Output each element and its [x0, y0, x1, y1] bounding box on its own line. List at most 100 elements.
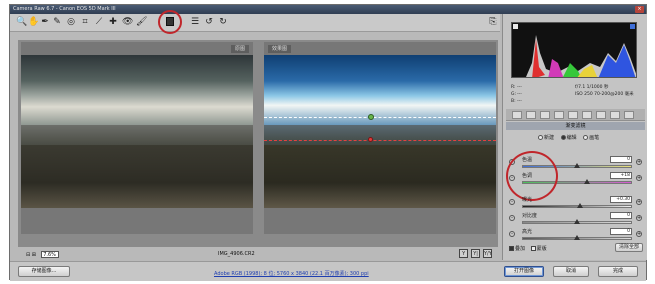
mode-brush-radio[interactable]: [583, 135, 589, 140]
tab-tone-curve[interactable]: [526, 111, 536, 119]
mode-edit-radio[interactable]: [560, 135, 566, 140]
slider-thumb[interactable]: [583, 179, 590, 184]
rgb-readout: R:--- G:--- B:--- f/7.1 1/1000 秒 ISO 250…: [511, 85, 634, 104]
adjustment-brush-tool-icon[interactable]: 🖌: [136, 16, 147, 28]
tab-split-toning[interactable]: [568, 111, 578, 119]
zoom-plus-icon[interactable]: ⊞: [32, 252, 36, 258]
highlight-clipping-icon[interactable]: [630, 24, 635, 29]
tab-presets[interactable]: [624, 111, 634, 119]
tab-hsl[interactable]: [554, 111, 564, 119]
workflow-options-link[interactable]: Adobe RGB (1998); 8 位; 5760 x 3840 (22.1…: [214, 270, 369, 277]
zoom-minus-icon[interactable]: ⊟: [26, 252, 30, 258]
tab-detail[interactable]: [540, 111, 550, 119]
plus-icon[interactable]: +: [636, 175, 642, 181]
histogram-graph: [526, 35, 636, 77]
filename: IMG_4906.CR2: [218, 251, 255, 257]
graduated-filter-tool-icon[interactable]: [158, 10, 182, 34]
preferences-icon[interactable]: ☰: [190, 16, 200, 28]
minus-icon[interactable]: -: [509, 215, 515, 221]
view-split-button[interactable]: Y|: [471, 249, 481, 258]
after-pane[interactable]: 效果图: [264, 42, 496, 234]
export-icon[interactable]: ⎘: [488, 16, 498, 28]
before-photo: [21, 55, 253, 208]
open-image-button[interactable]: 打开图像: [504, 266, 544, 277]
photo-hills: [21, 125, 253, 145]
exposure-value[interactable]: +0.30: [610, 196, 632, 203]
cancel-button[interactable]: 取消: [553, 266, 589, 277]
shadow-clipping-icon[interactable]: [513, 24, 518, 29]
gradient-end-pin[interactable]: [368, 137, 373, 142]
photo-sky: [21, 55, 253, 129]
color-sampler-tool-icon[interactable]: ✎: [52, 16, 62, 28]
exposure-slider[interactable]: - 曝光 +0.30 +: [507, 196, 644, 210]
window-title: Camera Raw 6.7 - Canon EOS 5D Mark III: [13, 6, 116, 12]
slider-thumb[interactable]: [574, 163, 580, 168]
after-label: 效果图: [268, 45, 292, 53]
rotate-left-icon[interactable]: ↺: [204, 16, 214, 28]
hand-tool-icon[interactable]: ✋: [28, 16, 39, 28]
slider-thumb[interactable]: [574, 235, 580, 240]
close-icon[interactable]: ×: [635, 6, 644, 13]
contrast-slider[interactable]: - 对比度 0 +: [507, 212, 644, 226]
gradient-start-line[interactable]: [264, 117, 496, 118]
temperature-value[interactable]: 0: [610, 156, 632, 163]
white-balance-tool-icon[interactable]: ✒: [40, 16, 50, 28]
view-compare-button[interactable]: Y/Y: [483, 249, 492, 258]
tint-value[interactable]: +18: [610, 172, 632, 179]
overlay-checkbox[interactable]: [509, 246, 514, 251]
view-mode-buttons: Y Y| Y/Y: [458, 249, 492, 258]
slider-thumb[interactable]: [574, 219, 580, 224]
tab-effects[interactable]: [596, 111, 606, 119]
exposure-track[interactable]: [522, 203, 632, 208]
highlights-track[interactable]: [522, 235, 632, 240]
after-photo[interactable]: [264, 55, 496, 208]
camera-raw-window: Camera Raw 6.7 - Canon EOS 5D Mark III ×…: [9, 4, 647, 281]
before-label: 原图: [230, 45, 249, 53]
crop-tool-icon[interactable]: ⌗: [80, 16, 90, 28]
photo-hills: [264, 125, 496, 145]
minus-icon[interactable]: -: [509, 231, 515, 237]
red-eye-tool-icon[interactable]: 👁: [122, 16, 133, 28]
done-button[interactable]: 完成: [598, 266, 638, 277]
highlights-value[interactable]: 0: [610, 228, 632, 235]
photo-ground: [264, 145, 496, 208]
status-bar: 存储图像... Adobe RGB (1998); 8 位; 5760 x 38…: [10, 261, 646, 281]
highlights-slider[interactable]: - 高光 0 +: [507, 228, 644, 242]
rotate-right-icon[interactable]: ↻: [218, 16, 228, 28]
view-single-button[interactable]: Y: [459, 249, 469, 258]
clear-all-button[interactable]: 清除全部: [614, 243, 643, 252]
camera-info: f/7.1 1/1000 秒 ISO 250 70-200@200 毫米: [575, 85, 634, 97]
zoom-tool-icon[interactable]: 🔍: [16, 16, 27, 28]
mask-checkbox[interactable]: [530, 246, 536, 251]
tab-camera-calibration[interactable]: [610, 111, 620, 119]
zoom-control: ⊟ ⊞ 7.6%: [26, 251, 59, 258]
mode-new-radio[interactable]: [538, 135, 543, 140]
contrast-track[interactable]: [522, 219, 632, 224]
title-bar: Camera Raw 6.7 - Canon EOS 5D Mark III ×: [10, 5, 646, 14]
section-title: 渐变滤镜: [506, 122, 645, 130]
tab-basic[interactable]: [512, 111, 522, 119]
straighten-tool-icon[interactable]: ⟋: [94, 16, 104, 28]
plus-icon[interactable]: +: [636, 159, 642, 165]
annotation-circle: [506, 151, 558, 201]
plus-icon[interactable]: +: [636, 199, 642, 205]
tab-lens[interactable]: [582, 111, 592, 119]
gradient-end-line[interactable]: [264, 140, 496, 141]
zoom-value[interactable]: 7.6%: [40, 251, 59, 258]
plus-icon[interactable]: +: [636, 231, 642, 237]
minus-icon[interactable]: -: [509, 199, 515, 205]
gradient-start-pin[interactable]: [368, 114, 374, 120]
mode-selector: 新建 编辑 画笔: [533, 134, 599, 141]
panel-tabs: [506, 109, 645, 121]
preview-area: 原图 效果图 ⊟ ⊞ 7.6% IMG_4906.CR2 Y Y| Y/Y: [18, 40, 498, 258]
targeted-adjustment-tool-icon[interactable]: ◎: [66, 16, 76, 28]
slider-thumb[interactable]: [577, 203, 584, 208]
before-pane: 原图: [21, 42, 253, 234]
plus-icon[interactable]: +: [636, 215, 642, 221]
adjustment-panel: R:--- G:--- B:--- f/7.1 1/1000 秒 ISO 250…: [502, 14, 647, 260]
contrast-value[interactable]: 0: [610, 212, 632, 219]
photo-ground: [21, 145, 253, 208]
save-image-button[interactable]: 存储图像...: [18, 266, 70, 277]
histogram: [511, 22, 637, 78]
spot-removal-tool-icon[interactable]: ✚: [108, 16, 118, 28]
